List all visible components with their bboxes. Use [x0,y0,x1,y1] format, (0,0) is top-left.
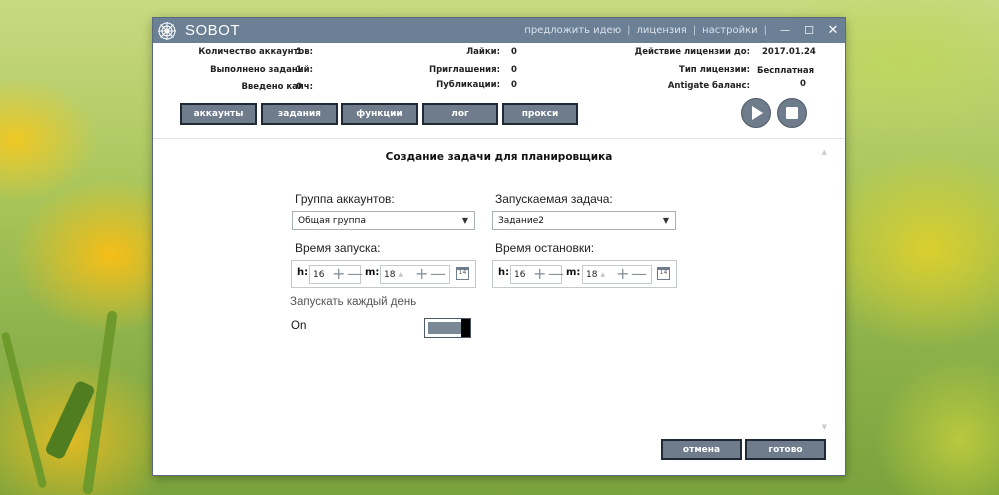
toggle-knob [461,319,470,337]
account-group-value: Общая группа [298,215,366,226]
calendar-day: 14 [458,269,467,276]
flower-stem [0,331,48,489]
antigate-balance-label: Antigate баланс: [667,81,750,91]
stop-button[interactable] [777,98,807,128]
account-group-select[interactable]: Общая группа ▼ [292,211,475,230]
start-minutes-value: 18 [384,269,396,280]
start-time-picker: h: 16 + — m: 18 ▲ + — 14 [291,260,476,288]
captcha-count-value: 0 [296,82,302,92]
settings-link[interactable]: настройки [702,25,758,36]
likes-value: 0 [511,47,517,57]
toggle-track [428,322,462,334]
hours-label: h: [297,267,309,278]
close-icon: ✕ [827,23,839,38]
minutes-label: m: [566,267,581,278]
stop-icon [786,107,798,119]
page-title: Создание задачи для планировщика [385,151,613,163]
stop-hours-value: 16 [514,269,526,280]
license-type-value: Бесплатная [757,66,815,76]
decrement-icon[interactable]: — [347,264,363,283]
decrement-icon[interactable]: — [430,264,446,283]
license-until-value: 2017.01.24 [762,47,816,57]
tab-proxy[interactable]: прокси [502,103,578,125]
start-time-label: Время запуска: [295,241,381,255]
play-button[interactable] [741,98,771,128]
invites-value: 0 [511,65,517,75]
increment-icon[interactable]: + [533,264,546,283]
run-daily-toggle[interactable] [424,318,471,338]
toggle-state-label: On [291,320,307,332]
calendar-day: 14 [659,269,668,276]
license-type-label: Тип лицензии: [679,65,750,75]
divider: | [763,25,767,36]
decrement-icon[interactable]: — [631,264,647,283]
divider [153,138,845,139]
tab-functions[interactable]: функции [341,103,418,125]
caret-up-icon: ▲ [398,271,404,278]
increment-icon[interactable]: + [415,264,428,283]
invites-label: Приглашения: [428,65,500,75]
minutes-label: m: [365,267,380,278]
minimize-button[interactable]: — [773,18,797,43]
accounts-count-value: 1 [296,47,302,57]
app-window: SOBOT предложить идею | лицензия | настр… [153,18,845,475]
minimize-icon: — [780,25,790,36]
caret-up-icon: ▲ [600,271,606,278]
calendar-icon[interactable]: 14 [657,267,670,280]
maximize-button[interactable]: ☐ [797,18,821,43]
app-title: SOBOT [185,22,241,39]
spider-web-logo-icon [158,21,176,40]
title-bar[interactable]: SOBOT предложить идею | лицензия | настр… [153,18,845,43]
divider: | [627,25,631,36]
start-hours-value: 16 [313,269,325,280]
stop-time-label: Время остановки: [495,241,595,255]
launch-task-select[interactable]: Задание2 ▼ [492,211,676,230]
tab-tasks[interactable]: задания [261,103,338,125]
account-group-label: Группа аккаунтов: [295,192,395,206]
posts-value: 0 [511,80,517,90]
close-button[interactable]: ✕ [821,18,845,43]
cancel-button[interactable]: отмена [661,439,742,460]
done-button[interactable]: готово [745,439,826,460]
decrement-icon[interactable]: — [548,264,564,283]
tab-log[interactable]: лог [422,103,498,125]
license-until-label: Действие лицензии до: [634,47,750,57]
scroll-up-icon[interactable]: ▲ [822,148,827,156]
tasks-done-value: 1 [296,65,302,75]
play-icon [752,106,763,120]
calendar-icon[interactable]: 14 [456,267,469,280]
run-daily-label: Запускать каждый день [290,296,417,308]
stop-time-picker: h: 16 + — m: 18 ▲ + — 14 [492,260,677,288]
license-link[interactable]: лицензия [637,25,687,36]
launch-task-label: Запускаемая задача: [495,192,613,206]
hours-label: h: [498,267,510,278]
increment-icon[interactable]: + [332,264,345,283]
suggest-idea-link[interactable]: предложить идею [524,25,621,36]
chevron-down-icon: ▼ [461,216,468,225]
increment-icon[interactable]: + [616,264,629,283]
likes-label: Лайки: [466,47,500,57]
stop-minutes-value: 18 [586,269,598,280]
scroll-down-icon[interactable]: ▼ [822,423,827,431]
captcha-count-label: Введено капч: [241,82,313,92]
tab-accounts[interactable]: аккаунты [180,103,257,125]
posts-label: Публикации: [436,80,500,90]
antigate-balance-value: 0 [800,79,806,89]
chevron-down-icon: ▼ [662,216,669,225]
launch-task-value: Задание2 [498,215,545,226]
maximize-icon: ☐ [804,24,814,37]
divider: | [692,25,697,36]
